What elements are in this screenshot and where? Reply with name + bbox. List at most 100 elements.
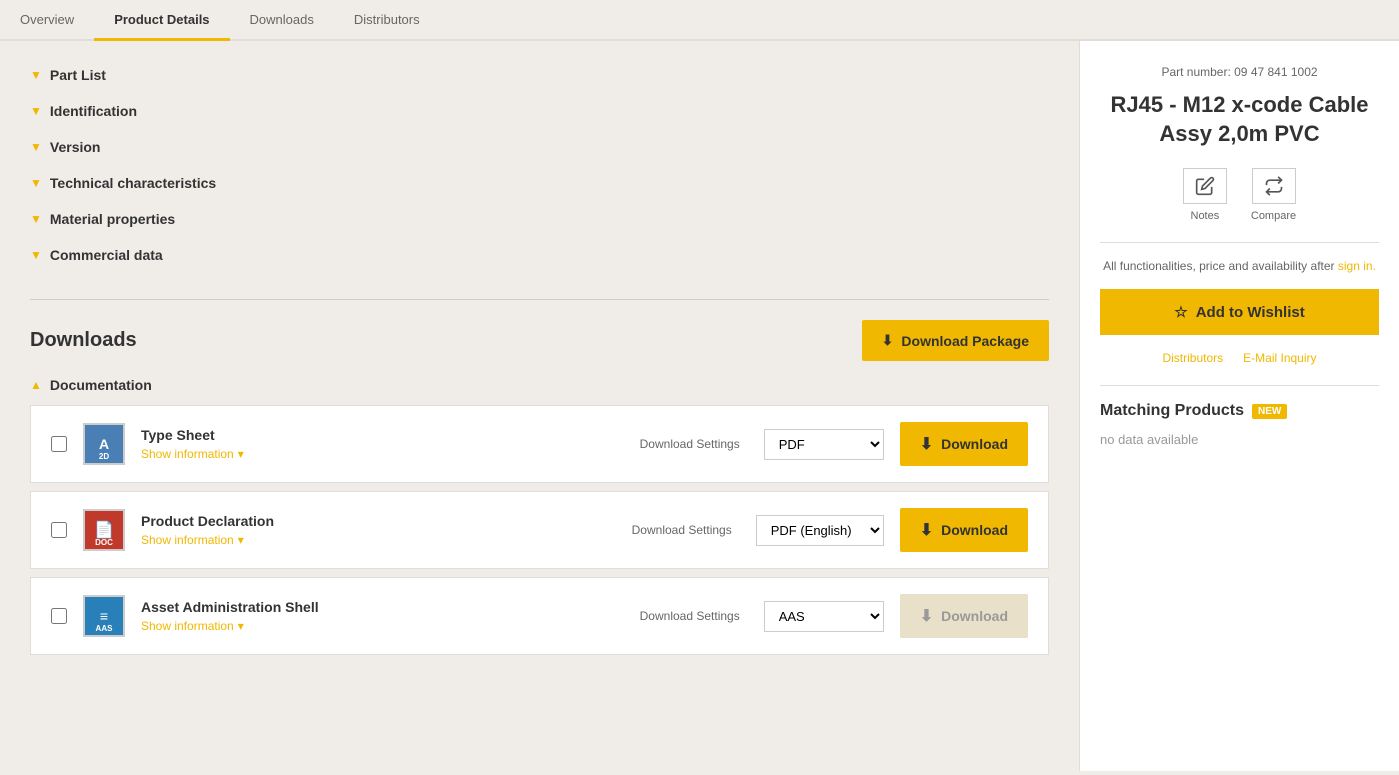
product-declaration-checkbox[interactable] bbox=[51, 522, 67, 538]
accordion-header-version[interactable]: ▼ Version bbox=[30, 133, 1049, 161]
divider-1 bbox=[1100, 242, 1379, 243]
show-info-label: Show information bbox=[141, 619, 234, 633]
accordion-header-technical[interactable]: ▼ Technical characteristics bbox=[30, 169, 1049, 197]
chevron-down-icon: ▼ bbox=[30, 140, 42, 154]
download-row-type-sheet: A 2D Type Sheet Show information ▾ Downl… bbox=[30, 405, 1049, 483]
accordion-header-commercial[interactable]: ▼ Commercial data bbox=[30, 241, 1049, 269]
type-sheet-download-button[interactable]: ⬇ Download bbox=[900, 422, 1028, 466]
downloads-header: Downloads ⬇ Download Package bbox=[30, 320, 1049, 361]
chevron-down-icon: ▼ bbox=[30, 212, 42, 226]
chevron-down-icon: ▾ bbox=[238, 447, 244, 461]
download-row-product-declaration: 📄 DOC Product Declaration Show informati… bbox=[30, 491, 1049, 569]
compare-icon-box[interactable] bbox=[1252, 168, 1296, 204]
compare-icon bbox=[1264, 176, 1284, 196]
type-sheet-icon: A 2D bbox=[83, 423, 125, 465]
new-badge: NEW bbox=[1252, 404, 1287, 419]
type-sheet-checkbox[interactable] bbox=[51, 436, 67, 452]
aas-download-button: ⬇ Download bbox=[900, 594, 1028, 638]
chevron-down-icon: ▾ bbox=[238, 533, 244, 547]
top-navigation: Overview Product Details Downloads Distr… bbox=[0, 0, 1399, 41]
product-declaration-show-info[interactable]: Show information ▾ bbox=[141, 533, 616, 547]
type-sheet-download-label: Download bbox=[941, 436, 1008, 452]
documentation-header[interactable]: ▲ Documentation bbox=[30, 377, 1049, 393]
star-icon: ☆ bbox=[1174, 303, 1187, 321]
product-declaration-info: Product Declaration Show information ▾ bbox=[141, 513, 616, 547]
chevron-up-icon: ▲ bbox=[30, 378, 42, 392]
signin-link[interactable]: sign in. bbox=[1338, 259, 1376, 273]
chevron-down-icon: ▾ bbox=[238, 619, 244, 633]
accordion-version: ▼ Version bbox=[30, 133, 1049, 161]
product-declaration-icon-label: DOC bbox=[95, 538, 113, 547]
product-declaration-download-button[interactable]: ⬇ Download bbox=[900, 508, 1028, 552]
aas-checkbox[interactable] bbox=[51, 608, 67, 624]
accordion-label-part-list: Part List bbox=[50, 67, 106, 83]
type-sheet-show-info[interactable]: Show information ▾ bbox=[141, 447, 624, 461]
part-number: Part number: 09 47 841 1002 bbox=[1100, 65, 1379, 79]
chevron-down-icon: ▼ bbox=[30, 68, 42, 82]
compare-action[interactable]: Compare bbox=[1251, 168, 1296, 222]
add-to-wishlist-button[interactable]: ☆ Add to Wishlist bbox=[1100, 289, 1379, 335]
matching-products-title: Matching Products bbox=[1100, 402, 1244, 420]
product-declaration-format-select[interactable]: PDF (English) PDF (German) bbox=[756, 515, 884, 546]
notes-action[interactable]: Notes bbox=[1183, 168, 1227, 222]
product-declaration-settings-label: Download Settings bbox=[632, 523, 732, 537]
aas-format-select[interactable]: AAS bbox=[764, 601, 884, 632]
accordion-label-commercial: Commercial data bbox=[50, 247, 163, 263]
type-sheet-info: Type Sheet Show information ▾ bbox=[141, 427, 624, 461]
type-sheet-format-select[interactable]: PDF DXF DWG bbox=[764, 429, 884, 460]
add-wishlist-label: Add to Wishlist bbox=[1196, 304, 1305, 321]
tab-overview[interactable]: Overview bbox=[0, 0, 94, 39]
download-package-icon: ⬇ bbox=[882, 332, 894, 349]
product-declaration-download-label: Download bbox=[941, 522, 1008, 538]
tab-product-details[interactable]: Product Details bbox=[94, 0, 229, 39]
distributors-link[interactable]: Distributors bbox=[1162, 351, 1223, 365]
download-icon: ⬇ bbox=[920, 434, 933, 454]
accordion-label-technical: Technical characteristics bbox=[50, 175, 216, 191]
signin-text: All functionalities, price and availabil… bbox=[1100, 259, 1379, 273]
accordion-commercial-data: ▼ Commercial data bbox=[30, 241, 1049, 269]
download-package-button[interactable]: ⬇ Download Package bbox=[862, 320, 1049, 361]
left-content: ▼ Part List ▼ Identification ▼ Version ▼… bbox=[0, 41, 1079, 771]
accordion-header-material[interactable]: ▼ Material properties bbox=[30, 205, 1049, 233]
show-info-label: Show information bbox=[141, 447, 234, 461]
compare-label: Compare bbox=[1251, 210, 1296, 222]
downloads-title: Downloads bbox=[30, 329, 137, 352]
download-icon: ⬇ bbox=[920, 520, 933, 540]
aas-icon-label: AAS bbox=[96, 624, 113, 633]
matching-products-no-data: no data available bbox=[1100, 432, 1379, 447]
downloads-section: Downloads ⬇ Download Package ▲ Documenta… bbox=[30, 299, 1049, 655]
tab-distributors[interactable]: Distributors bbox=[334, 0, 440, 39]
chevron-down-icon: ▼ bbox=[30, 248, 42, 262]
accordion-header-part-list[interactable]: ▼ Part List bbox=[30, 61, 1049, 89]
accordion-identification: ▼ Identification bbox=[30, 97, 1049, 125]
accordion-part-list: ▼ Part List bbox=[30, 61, 1049, 89]
download-row-aas: ≡ AAS Asset Administration Shell Show in… bbox=[30, 577, 1049, 655]
aas-show-info[interactable]: Show information ▾ bbox=[141, 619, 624, 633]
signin-text-content: All functionalities, price and availabil… bbox=[1103, 259, 1334, 273]
action-icons: Notes Compare bbox=[1100, 168, 1379, 222]
aas-name: Asset Administration Shell bbox=[141, 599, 624, 615]
tab-downloads[interactable]: Downloads bbox=[230, 0, 334, 39]
notes-icon bbox=[1195, 176, 1215, 196]
divider-2 bbox=[1100, 385, 1379, 386]
type-sheet-name: Type Sheet bbox=[141, 427, 624, 443]
aas-download-label: Download bbox=[941, 608, 1008, 624]
notes-label: Notes bbox=[1191, 210, 1220, 222]
type-sheet-icon-label: 2D bbox=[99, 452, 109, 461]
right-panel: Part number: 09 47 841 1002 RJ45 - M12 x… bbox=[1079, 41, 1399, 771]
accordion-material-properties: ▼ Material properties bbox=[30, 205, 1049, 233]
accordion-header-identification[interactable]: ▼ Identification bbox=[30, 97, 1049, 125]
accordion-label-identification: Identification bbox=[50, 103, 137, 119]
chevron-down-icon: ▼ bbox=[30, 104, 42, 118]
link-row: Distributors E-Mail Inquiry bbox=[1100, 351, 1379, 365]
main-layout: ▼ Part List ▼ Identification ▼ Version ▼… bbox=[0, 41, 1399, 771]
product-declaration-icon: 📄 DOC bbox=[83, 509, 125, 551]
email-inquiry-link[interactable]: E-Mail Inquiry bbox=[1243, 351, 1316, 365]
documentation-label: Documentation bbox=[50, 377, 152, 393]
accordion-label-version: Version bbox=[50, 139, 101, 155]
aas-settings-label: Download Settings bbox=[640, 609, 740, 623]
product-declaration-name: Product Declaration bbox=[141, 513, 616, 529]
notes-icon-box[interactable] bbox=[1183, 168, 1227, 204]
type-sheet-settings-label: Download Settings bbox=[640, 437, 740, 451]
accordion-technical-characteristics: ▼ Technical characteristics bbox=[30, 169, 1049, 197]
